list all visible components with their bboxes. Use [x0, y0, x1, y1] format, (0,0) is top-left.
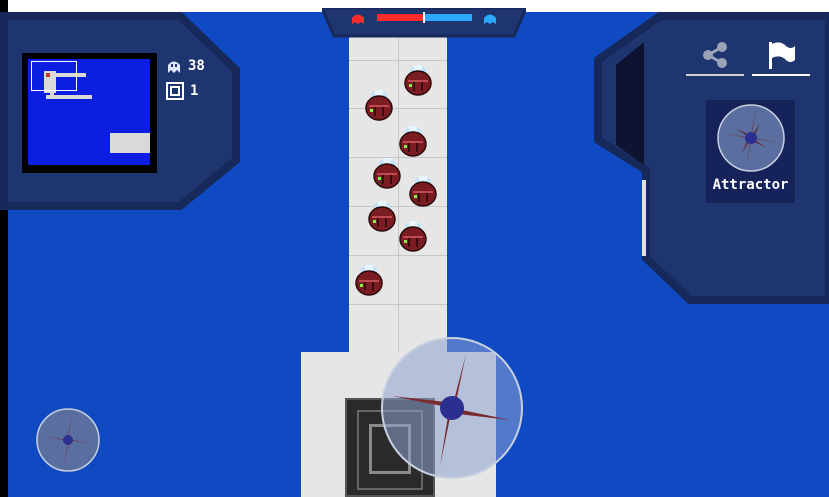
enemy — [404, 64, 432, 96]
tower-label: Attractor — [712, 177, 789, 193]
enemy — [373, 157, 401, 189]
enemy — [368, 200, 396, 232]
tower-card-attractor[interactable]: Attractor — [706, 100, 795, 203]
enemy — [409, 175, 437, 207]
share-icon — [703, 42, 727, 68]
tab-share[interactable] — [686, 36, 744, 76]
small-shuriken-core — [63, 435, 73, 445]
health-divider — [423, 12, 425, 23]
flag-icon — [769, 42, 795, 69]
enemy — [399, 125, 427, 157]
minimap-viewport — [31, 61, 77, 91]
joystick-knob[interactable] — [440, 396, 464, 420]
ghost-icon — [168, 61, 180, 73]
red-health-fill — [377, 14, 425, 21]
enemy — [365, 89, 393, 121]
tab-flag[interactable] — [752, 36, 810, 76]
enemy — [399, 220, 427, 252]
health-bar — [322, 8, 526, 38]
enemies-remaining-stat: 38 — [166, 58, 205, 74]
joystick[interactable] — [378, 336, 526, 484]
panel-tabs — [686, 36, 810, 76]
minimap[interactable] — [22, 53, 157, 173]
small-action-button[interactable] — [34, 407, 102, 475]
minimap-view — [28, 59, 150, 165]
attractor-shuriken-icon — [716, 104, 785, 172]
enemy — [355, 264, 383, 296]
enemies-remaining-count: 38 — [188, 58, 205, 74]
waves-count: 1 — [190, 83, 199, 99]
panel-edge — [642, 180, 646, 256]
blue-health-fill — [425, 14, 472, 21]
minimap-marker — [46, 73, 50, 77]
wave-box-icon — [166, 82, 184, 100]
waves-stat: 1 — [166, 82, 198, 100]
minimap-base — [110, 133, 150, 153]
